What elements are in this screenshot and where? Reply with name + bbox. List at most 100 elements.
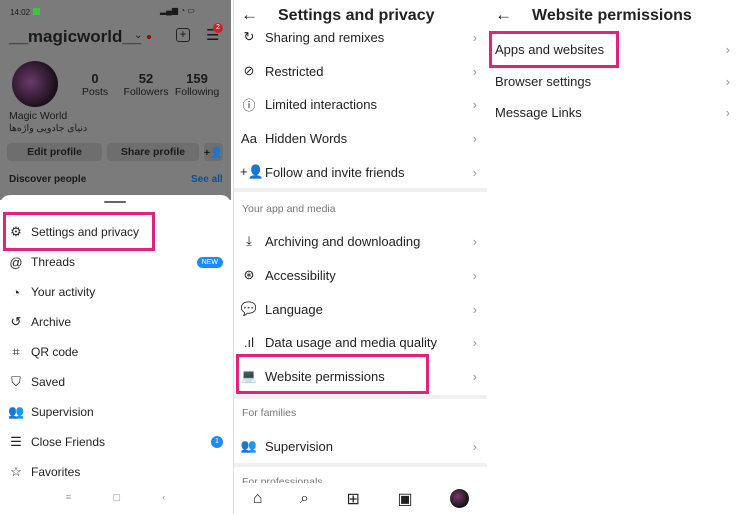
item-label: Hidden Words (265, 130, 348, 146)
item-label: Language (265, 301, 323, 317)
menu-item-label: Threads (31, 255, 76, 269)
section-header: For professionals (242, 476, 323, 483)
item-label: Follow and invite friends (265, 164, 405, 180)
create-icon[interactable]: ⊞ (347, 489, 360, 509)
settings-item-accessibility[interactable]: ⊛ Accessibility › (240, 261, 477, 289)
profile-panel: 14:02 ▂▄▆ ◔ ▭ __magicworld__ ⌄ + ☰ 2 0 Po… (0, 0, 231, 514)
page-title: Website permissions (532, 7, 692, 24)
chevron-down-icon[interactable]: ⌄ (134, 30, 142, 41)
profile-avatar-icon[interactable] (450, 489, 470, 508)
menu-item-label: Close Friends (31, 435, 106, 449)
section-header: For families (242, 407, 297, 419)
chevron-right-icon: › (472, 438, 477, 454)
settings-item-restricted[interactable]: ⊘ Restricted › (240, 57, 477, 85)
settings-panel: ← Settings and privacy ↻ Sharing and remi… (233, 0, 487, 514)
item-label: Browser settings (495, 73, 592, 89)
username[interactable]: __magicworld__ (9, 27, 141, 47)
menu-item-label: Supervision (31, 405, 94, 419)
chevron-right-icon: › (725, 104, 730, 120)
see-all-link[interactable]: See all (191, 174, 223, 185)
avatar[interactable] (12, 61, 58, 107)
menu-item-qr[interactable]: ⌗ QR code (8, 340, 78, 364)
create-icon[interactable]: + (176, 28, 190, 42)
back-arrow-icon[interactable]: ← (495, 5, 512, 25)
settings-item-supervision[interactable]: 👥 Supervision › (240, 432, 477, 460)
chevron-right-icon: › (472, 29, 477, 45)
count-badge: 1 (211, 436, 223, 448)
chevron-right-icon: › (725, 73, 730, 89)
back-icon[interactable]: ‹ (162, 492, 165, 503)
stat-following[interactable]: 159 Following (174, 71, 220, 98)
add-person-icon[interactable]: +👤 (204, 143, 223, 161)
text-icon: Aa (241, 130, 257, 146)
reels-icon[interactable]: ▣ (398, 489, 413, 509)
edit-profile-button[interactable]: Edit profile (7, 143, 102, 161)
bookmark-icon: ⛉ (11, 374, 21, 389)
search-icon[interactable]: ⌕ (300, 490, 309, 508)
activity-icon: ◔ (12, 284, 20, 300)
item-label: Supervision (265, 438, 333, 454)
language-icon: 💬 (240, 301, 258, 316)
website-permissions-panel: ← Website permissions Apps and websites ›… (489, 0, 740, 514)
settings-item-follow-invite[interactable]: +👤 Follow and invite friends › (240, 158, 477, 186)
new-badge: NEW (196, 256, 223, 268)
settings-item-limited[interactable]: ⓘ Limited interactions › (240, 90, 477, 118)
menu-item-close-friends[interactable]: ☰ Close Friends 1 (8, 430, 223, 454)
drag-handle[interactable] (104, 201, 126, 203)
settings-item-language[interactable]: 💬 Language › (240, 295, 477, 323)
threads-icon: @ (9, 254, 23, 270)
highlight-box (236, 354, 429, 394)
signal-bars-icon: .ıl (243, 334, 255, 350)
signal-icon: ▂▄▆ ◔ ▭ (160, 6, 195, 15)
stat-posts: 0 Posts (81, 71, 109, 98)
settings-item-sharing[interactable]: ↻ Sharing and remixes › (240, 24, 477, 50)
menu-item-label: Saved (31, 375, 66, 389)
profile-name: Magic World (9, 110, 68, 122)
download-icon: ⤓ (246, 233, 252, 248)
menu-item-threads[interactable]: @ Threads NEW (8, 250, 223, 274)
home-icon[interactable]: ⌂ (253, 490, 263, 508)
status-time: 14:02 (10, 8, 31, 17)
star-icon: ☆ (10, 464, 22, 479)
settings-item-data-usage[interactable]: .ıl Data usage and media quality › (240, 328, 477, 356)
qr-icon: ⌗ (12, 344, 20, 359)
share-profile-button[interactable]: Share profile (107, 143, 199, 161)
bottom-nav: ⌂ ⌕ ⊞ ▣ (234, 483, 487, 514)
item-browser-settings[interactable]: Browser settings › (495, 67, 730, 95)
item-label: Data usage and media quality (265, 334, 438, 350)
supervision-icon: 👥 (240, 438, 258, 453)
add-person-icon: +👤 (240, 164, 264, 179)
item-message-links[interactable]: Message Links › (495, 98, 730, 126)
chevron-right-icon: › (472, 267, 477, 283)
menu-item-saved[interactable]: ⛉ Saved (8, 370, 65, 394)
recents-icon[interactable]: ≡ (66, 492, 71, 503)
menu-item-activity[interactable]: ◔ Your activity (8, 280, 95, 304)
section-header: Your app and media (242, 203, 336, 215)
menu-item-supervision[interactable]: 👥 Supervision (8, 400, 94, 424)
chevron-right-icon: › (472, 130, 477, 146)
back-arrow-icon[interactable]: ← (241, 5, 258, 25)
dot-icon (147, 35, 151, 39)
menu-item-label: Favorites (31, 465, 81, 479)
divider (234, 463, 487, 467)
chevron-right-icon: › (472, 164, 477, 180)
chevron-right-icon: › (472, 334, 477, 350)
menu-item-favorites[interactable]: ☆ Favorites (8, 460, 80, 484)
item-label: Accessibility (265, 267, 336, 283)
item-label: Sharing and remixes (265, 29, 385, 45)
discover-people: Discover people (9, 174, 87, 185)
stat-followers[interactable]: 52 Followers (122, 71, 170, 98)
home-icon[interactable]: ▢ (112, 492, 121, 503)
profile-dimmed: 14:02 ▂▄▆ ◔ ▭ __magicworld__ ⌄ + ☰ 2 0 Po… (0, 0, 231, 200)
menu-item-label: QR code (31, 345, 79, 359)
menu-item-archive[interactable]: ↺ Archive (8, 310, 71, 334)
item-label: Limited interactions (265, 96, 377, 112)
settings-item-hidden-words[interactable]: Aa Hidden Words › (240, 124, 477, 152)
settings-item-archiving[interactable]: ⤓ Archiving and downloading › (240, 227, 477, 255)
battery-dot-icon (33, 8, 40, 15)
item-label: Message Links (495, 104, 582, 120)
highlight-box (3, 212, 155, 251)
supervision-icon: 👥 (8, 404, 25, 419)
limited-icon: ⓘ (242, 97, 256, 113)
notification-badge: 2 (213, 23, 223, 33)
